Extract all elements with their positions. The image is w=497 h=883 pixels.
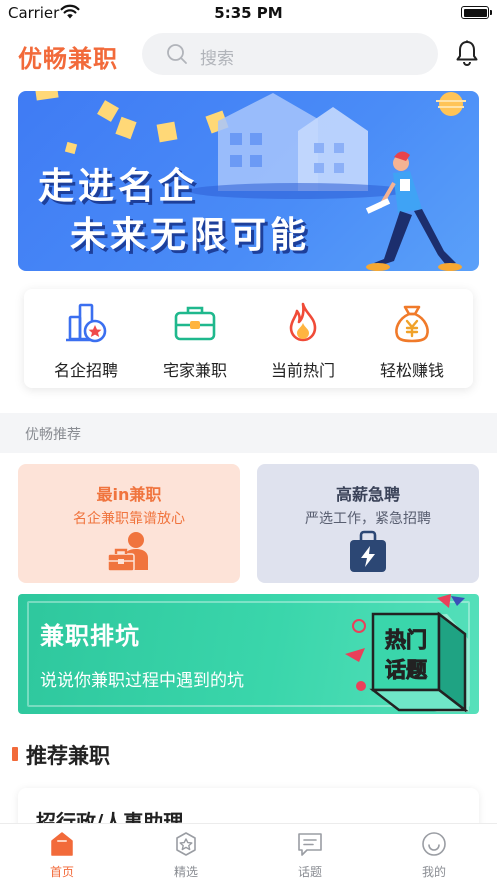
smile-icon <box>422 832 446 856</box>
section-header: 优畅推荐 <box>0 413 497 453</box>
topic-subtitle: 说说你兼职过程中遇到的坑 <box>40 671 244 691</box>
bottom-tab-bar: 首页 精选 话题 我的 <box>0 823 497 883</box>
bell-icon[interactable] <box>455 40 479 70</box>
feature-card-urgent-hiring[interactable]: 高薪急聘 严选工作，紧急招聘 <box>257 464 479 583</box>
quick-link-home-jobs[interactable]: 宅家兼职 <box>139 301 251 381</box>
quick-link-hot[interactable]: 当前热门 <box>247 301 359 381</box>
quick-links-card: 名企招聘 宅家兼职 当前热门 轻松赚钱 <box>24 289 473 388</box>
recommend-title: 推荐兼职 <box>26 744 110 768</box>
topic-title: 兼职排坑 <box>40 622 140 650</box>
section-title: 优畅推荐 <box>25 427 81 443</box>
power-bag-icon <box>350 530 386 572</box>
building-icon <box>66 303 107 343</box>
app-header: 优畅兼职 搜索 <box>0 30 497 80</box>
money-bag-icon <box>395 305 429 343</box>
feature-subtitle: 名企兼职靠谱放心 <box>73 511 185 527</box>
search-icon <box>166 43 188 69</box>
topic-badge-line1: 热门 <box>385 628 427 652</box>
hot-topic-badge: 热门 话题 <box>345 594 469 713</box>
tab-featured[interactable]: 精选 <box>124 824 248 883</box>
quick-link-label: 名企招聘 <box>53 361 118 380</box>
status-bar: Carrier 5:35 PM <box>0 0 497 26</box>
quick-link-famous-companies[interactable]: 名企招聘 <box>30 301 142 381</box>
quick-link-label: 当前热门 <box>270 361 335 380</box>
quick-link-easy-money[interactable]: 轻松赚钱 <box>356 301 468 381</box>
recommend-accent-bar <box>12 747 18 761</box>
feature-subtitle: 严选工作，紧急招聘 <box>305 511 431 527</box>
quick-link-label: 轻松赚钱 <box>379 361 444 380</box>
home-icon <box>51 832 73 856</box>
feature-title: 高薪急聘 <box>335 485 400 504</box>
tab-label: 首页 <box>49 865 74 879</box>
tab-label: 话题 <box>297 865 322 879</box>
banner-headline: 走进名企 <box>38 166 199 207</box>
tab-label: 精选 <box>173 865 198 879</box>
battery-icon <box>461 6 492 19</box>
quick-link-label: 宅家兼职 <box>162 361 227 380</box>
banner-subheadline: 未来无限可能 <box>70 215 311 256</box>
search-placeholder: 搜索 <box>200 49 234 69</box>
tab-topics[interactable]: 话题 <box>248 824 372 883</box>
app-brand-title: 优畅兼职 <box>18 45 118 73</box>
star-badge-icon <box>176 832 196 856</box>
tab-mine[interactable]: 我的 <box>372 824 496 883</box>
fire-icon <box>289 302 317 342</box>
tab-home[interactable]: 首页 <box>0 824 124 883</box>
search-bar[interactable]: 搜索 <box>142 33 438 75</box>
topic-banner[interactable]: 兼职排坑 说说你兼职过程中遇到的坑 热门 话题 <box>18 594 479 714</box>
feature-title: 最in兼职 <box>96 485 162 504</box>
feature-card-hot-jobs[interactable]: 最in兼职 名企兼职靠谱放心 <box>18 464 240 583</box>
worker-icon <box>107 532 148 572</box>
topic-badge-line2: 话题 <box>385 658 428 682</box>
status-time: 5:35 PM <box>214 4 283 22</box>
message-icon <box>298 833 322 856</box>
tab-label: 我的 <box>421 865 446 879</box>
briefcase-icon <box>174 306 216 341</box>
promo-banner[interactable]: 走进名企 未来无限可能 <box>18 91 479 271</box>
